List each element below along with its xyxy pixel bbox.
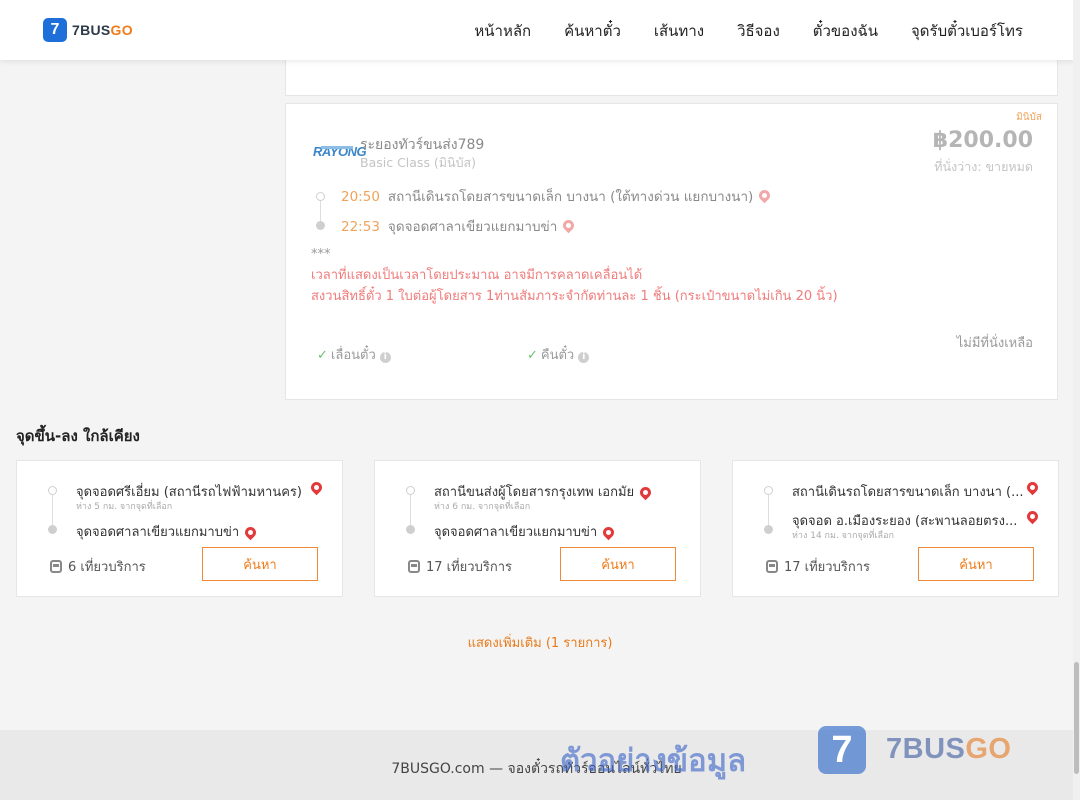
feature-reschedule: ✓ เลื่อนตั๋ว i bbox=[317, 344, 391, 365]
arrival-place: จุดจอดศาลาเขียวแยกมาบข่า bbox=[387, 219, 558, 235]
note-marker: *** bbox=[311, 247, 331, 262]
arrival-stop: 22:53 จุดจอดศาลาเขียวแยกมาบข่า bbox=[341, 215, 577, 237]
bus-class: Basic Class (มินิบัส) bbox=[360, 155, 477, 170]
arrival-time: 22:53 bbox=[341, 219, 380, 235]
trip-count-text: 17 เที่ยวบริการ bbox=[426, 560, 512, 575]
nearby-card: สถานีเดินรถโดยสารขนาดเล็ก บางนา (... จุด… bbox=[732, 460, 1059, 597]
map-pin-icon[interactable] bbox=[600, 524, 617, 541]
no-seat-status: ไม่มีที่นั่งเหลือ bbox=[956, 336, 1033, 351]
scrollbar-track[interactable] bbox=[1073, 0, 1080, 800]
nearby-origin: สถานีเดินรถโดยสารขนาดเล็ก บางนา (... bbox=[792, 481, 1024, 502]
departure-place: สถานีเดินรถโดยสารขนาดเล็ก บางนา (ใต้ทางด… bbox=[387, 189, 754, 205]
nearby-trip-count: 17 เที่ยวบริการ bbox=[766, 556, 870, 577]
nav-my-tickets[interactable]: ตั๋วของฉัน bbox=[813, 19, 878, 43]
nearby-destination-distance: ห่าง 14 กม. จากจุดที่เลือก bbox=[792, 531, 894, 541]
nearby-destination: จุดจอดศาลาเขียวแยกมาบข่า bbox=[434, 521, 617, 542]
map-pin-icon[interactable] bbox=[637, 484, 654, 501]
nearby-card: จุดจอดศรีเอี่ยม (สถานีรถไฟฟ้ามหานคร) ห่า… bbox=[16, 460, 343, 597]
info-icon[interactable]: i bbox=[578, 352, 590, 363]
nearby-stops-title: จุดขึ้น-ลง ใกล้เคียง bbox=[16, 427, 140, 445]
search-button[interactable]: ค้นหา bbox=[202, 547, 318, 581]
bus-icon bbox=[408, 560, 420, 573]
nearby-trip-count: 6 เที่ยวบริการ bbox=[50, 556, 146, 577]
watermark-brand-main: 7BUS bbox=[886, 733, 966, 765]
nav-ticket-pickup[interactable]: จุดรับตั๋วเบอร์โทร bbox=[911, 19, 1023, 43]
nearby-origin-distance: ห่าง 5 กม. จากจุดที่เลือก bbox=[76, 502, 173, 512]
bus-icon bbox=[766, 560, 778, 573]
search-button[interactable]: ค้นหา bbox=[560, 547, 676, 581]
nearby-origin-distance: ห่าง 6 กม. จากจุดที่เลือก bbox=[434, 502, 531, 512]
search-button[interactable]: ค้นหา bbox=[918, 547, 1034, 581]
map-pin-icon[interactable] bbox=[1024, 479, 1041, 496]
origin-dot-icon bbox=[764, 486, 773, 495]
map-pin-icon[interactable] bbox=[561, 217, 577, 234]
map-pin-icon[interactable] bbox=[1024, 508, 1041, 525]
nav-routes[interactable]: เส้นทาง bbox=[654, 19, 704, 43]
feature-refund-label: คืนตั๋ว bbox=[540, 348, 575, 363]
departure-time: 20:50 bbox=[341, 189, 380, 205]
logo-mark: 7 bbox=[43, 18, 67, 42]
departure-stop: 20:50 สถานีเดินรถโดยสารขนาดเล็ก บางนา (ใต… bbox=[341, 185, 773, 207]
seat-availability: ที่นั่งว่าง: ขายหมด bbox=[934, 159, 1033, 174]
departure-dot-icon bbox=[316, 192, 325, 201]
nearby-origin-name: สถานีเดินรถโดยสารขนาดเล็ก บางนา (... bbox=[792, 485, 1024, 500]
ticket-price: ฿200.00 bbox=[932, 128, 1033, 153]
top-header: 7 7BUSGO หน้าหลัก ค้นหาตั๋ว เส้นทาง วิธี… bbox=[0, 0, 1080, 60]
arrival-dot-icon bbox=[316, 221, 325, 230]
nearby-destination-name: จุดจอดศาลาเขียวแยกมาบข่า bbox=[434, 525, 598, 540]
bus-icon bbox=[50, 560, 62, 573]
nearby-destination-name: จุดจอดศาลาเขียวแยกมาบข่า bbox=[76, 525, 240, 540]
footer: 7BUSGO.com — จองตั๋วรถทัวร์ออนไลน์ทั่วไท… bbox=[0, 726, 1073, 800]
operator-logo: RAYONG bbox=[313, 144, 367, 159]
map-pin-icon[interactable] bbox=[757, 187, 773, 204]
trip-count-text: 6 เที่ยวบริการ bbox=[68, 560, 146, 575]
scrollbar-thumb[interactable] bbox=[1074, 662, 1079, 774]
trip-count-text: 17 เที่ยวบริการ bbox=[784, 560, 870, 575]
route-line bbox=[410, 494, 411, 528]
map-pin-icon[interactable] bbox=[242, 524, 259, 541]
origin-dot-icon bbox=[48, 486, 57, 495]
show-more-link[interactable]: แสดงเพิ่มเติม (1 รายการ) bbox=[0, 632, 1080, 653]
route-line bbox=[52, 494, 53, 528]
destination-dot-icon bbox=[406, 525, 415, 534]
watermark-brand: 7BUSGO bbox=[886, 733, 1011, 766]
watermark-logo-icon: 7 bbox=[818, 726, 866, 774]
check-icon: ✓ bbox=[317, 348, 328, 363]
logo-text: 7BUSGO bbox=[72, 22, 133, 38]
nav-how-to-book[interactable]: วิธีจอง bbox=[737, 19, 780, 43]
logo-text-main: 7BUS bbox=[72, 22, 111, 38]
nearby-destination: จุดจอดศาลาเขียวแยกมาบข่า bbox=[76, 521, 259, 542]
trip-card[interactable]: มินิบัส RAYONG ระยองทัวร์ขนส่ง789 Basic … bbox=[285, 103, 1058, 400]
main-nav: หน้าหลัก ค้นหาตั๋ว เส้นทาง วิธีจอง ตั๋วข… bbox=[441, 19, 1023, 43]
note-line-2: สงวนสิทธิ์ตั๋ว 1 ใบต่อผู้โดยสาร 1ท่านสัม… bbox=[311, 289, 838, 304]
map-pin-icon[interactable] bbox=[308, 479, 325, 496]
origin-dot-icon bbox=[406, 486, 415, 495]
info-icon[interactable]: i bbox=[379, 352, 391, 363]
trip-notes: *** เวลาที่แสดงเป็นเวลาโดยประมาณ อาจมีกา… bbox=[311, 244, 838, 307]
feature-reschedule-label: เลื่อนตั๋ว bbox=[330, 348, 376, 363]
destination-dot-icon bbox=[48, 525, 57, 534]
logo-text-accent: GO bbox=[110, 22, 133, 38]
nav-search-ticket[interactable]: ค้นหาตั๋ว bbox=[564, 19, 621, 43]
destination-dot-icon bbox=[764, 525, 773, 534]
vehicle-type-badge: มินิบัส bbox=[1016, 112, 1042, 123]
nearby-card: สถานีขนส่งผู้โดยสารกรุงเทพ เอกมัย ห่าง 6… bbox=[374, 460, 701, 597]
nearby-trip-count: 17 เที่ยวบริการ bbox=[408, 556, 512, 577]
nav-home[interactable]: หน้าหลัก bbox=[474, 19, 531, 43]
check-icon: ✓ bbox=[527, 348, 538, 363]
watermark-text: ตัวอย่างข้อมูล bbox=[560, 743, 747, 779]
watermark-brand-accent: GO bbox=[965, 733, 1012, 765]
route-line bbox=[768, 494, 769, 528]
note-line-1: เวลาที่แสดงเป็นเวลาโดยประมาณ อาจมีการคลา… bbox=[311, 268, 643, 283]
feature-refund: ✓ คืนตั๋ว i bbox=[527, 344, 590, 365]
site-logo[interactable]: 7 7BUSGO bbox=[43, 18, 133, 42]
